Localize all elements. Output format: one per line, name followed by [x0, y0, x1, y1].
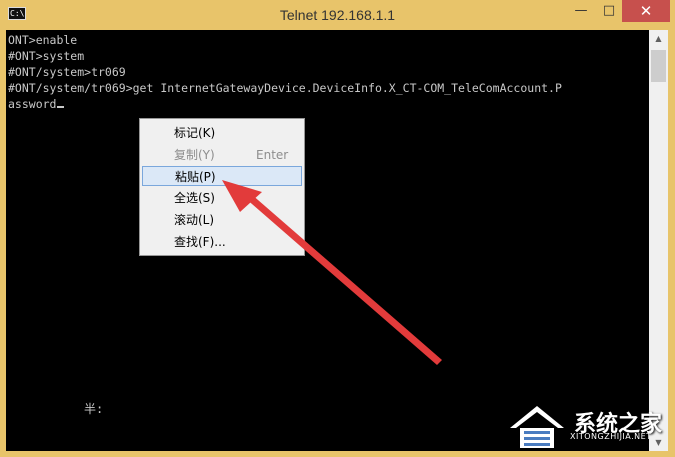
menu-item-label: 查找(F)...	[174, 235, 226, 249]
menu-item-label: 全选(S)	[174, 191, 215, 205]
menu-item-scroll[interactable]: 滚动(L)	[142, 210, 302, 230]
menu-item-shortcut: Enter	[256, 148, 289, 162]
watermark: 系统之家 XITONGZHIJIA.NET	[500, 396, 675, 457]
menu-item-copy[interactable]: 复制(Y) Enter	[142, 145, 302, 165]
console-line-last: assword	[8, 96, 65, 112]
menu-item-label: 滚动(L)	[174, 213, 215, 227]
telnet-window: C:\ Telnet 192.168.1.1 — □ ✕ ONT>enable …	[0, 0, 675, 457]
minimize-button[interactable]: —	[568, 0, 594, 22]
text-cursor	[57, 106, 65, 108]
ime-status: 半:	[84, 402, 104, 416]
house-logo-icon	[510, 406, 564, 448]
console-line: #ONT/system>tr069	[8, 65, 126, 79]
close-button[interactable]: ✕	[622, 0, 670, 22]
menu-item-select-all[interactable]: 全选(S)	[142, 188, 302, 208]
maximize-button[interactable]: □	[596, 0, 622, 22]
context-menu: 标记(K) 复制(Y) Enter 粘贴(P) 全选(S) 滚动(L) 查找(F…	[139, 118, 305, 256]
console-line: #ONT/system/tr069>get InternetGatewayDev…	[8, 81, 562, 95]
vertical-scrollbar[interactable]: ▲ ▼	[649, 30, 668, 451]
console-line-text: assword	[8, 97, 57, 111]
menu-item-find[interactable]: 查找(F)...	[142, 232, 302, 252]
console-line: ONT>enable	[8, 33, 78, 47]
menu-item-label: 粘贴(P)	[175, 170, 216, 184]
title-bar[interactable]: C:\ Telnet 192.168.1.1 — □ ✕	[0, 0, 675, 30]
menu-item-paste[interactable]: 粘贴(P)	[142, 166, 302, 186]
console-line: #ONT>system	[8, 49, 85, 63]
menu-item-mark[interactable]: 标记(K)	[142, 123, 302, 143]
triangle-up-icon[interactable]: ▲	[649, 30, 668, 47]
menu-item-label: 标记(K)	[174, 126, 216, 140]
scrollbar-thumb[interactable]	[651, 50, 666, 82]
watermark-site: XITONGZHIJIA.NET	[570, 432, 652, 441]
menu-item-label: 复制(Y)	[174, 148, 215, 162]
console-output[interactable]: ONT>enable #ONT>system #ONT/system>tr069…	[6, 30, 649, 451]
